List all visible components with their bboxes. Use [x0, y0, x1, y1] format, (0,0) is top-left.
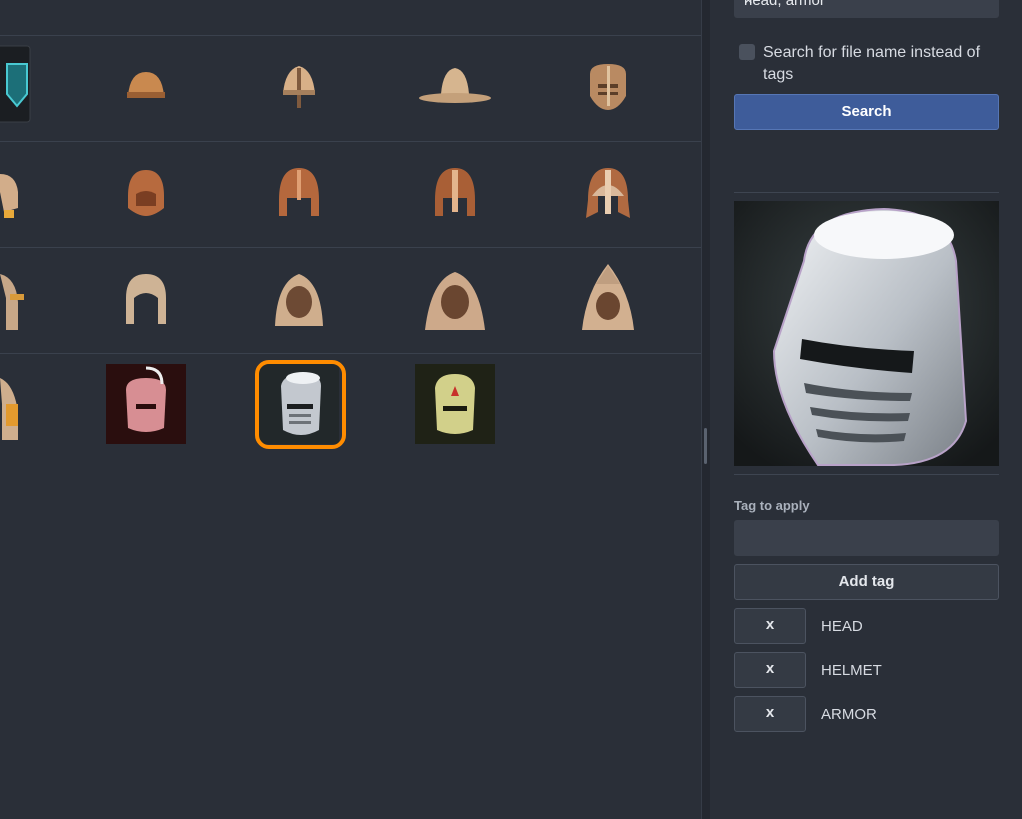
tag-input[interactable] — [734, 520, 999, 556]
chain-hood-icon[interactable] — [106, 258, 186, 338]
remove-tag-button[interactable]: x — [734, 696, 806, 732]
blue-shield-icon[interactable] — [0, 44, 32, 124]
leather-coif-icon[interactable] — [106, 152, 186, 232]
gold-great-helm-icon[interactable] — [415, 364, 495, 444]
wide-brim-hat-icon[interactable] — [415, 46, 495, 126]
row-divider — [0, 247, 701, 248]
image-preview — [734, 201, 999, 466]
selection-highlight — [255, 360, 346, 449]
divider — [734, 474, 999, 475]
tag-name: ARMOR — [821, 706, 877, 723]
leather-helm-partial-icon[interactable] — [0, 152, 32, 232]
search-button[interactable]: Search — [734, 94, 999, 130]
add-tag-button[interactable]: Add tag — [734, 564, 999, 600]
remove-tag-button[interactable]: x — [734, 608, 806, 644]
visored-helm-icon[interactable] — [568, 46, 648, 126]
pointed-chain-coif-icon[interactable] — [568, 258, 648, 338]
search-input[interactable]: head, armor × — [734, 0, 999, 18]
red-great-helm-icon[interactable] — [106, 364, 186, 444]
viking-helmet-icon[interactable] — [568, 152, 648, 232]
chain-hood-partial-icon[interactable] — [0, 364, 32, 444]
copper-helmet-icon[interactable] — [259, 152, 339, 232]
divider — [734, 192, 999, 193]
leather-cap-icon[interactable] — [106, 46, 186, 126]
icon-grid — [0, 0, 701, 819]
remove-tag-button[interactable]: x — [734, 652, 806, 688]
clear-search-icon[interactable]: × — [744, 0, 989, 9]
tag-name: HEAD — [821, 618, 863, 635]
copper-nasal-helmet-icon[interactable] — [415, 152, 495, 232]
nasal-helm-icon[interactable] — [259, 46, 339, 126]
resize-handle[interactable] — [704, 428, 707, 464]
row-divider — [0, 141, 701, 142]
row-divider — [0, 35, 701, 36]
tag-name: HELMET — [821, 662, 882, 679]
chain-hood-large-icon[interactable] — [415, 258, 495, 338]
tag-to-apply-label: Tag to apply — [734, 498, 810, 513]
filename-search-checkbox[interactable] — [739, 44, 755, 60]
pane-divider[interactable] — [701, 0, 710, 819]
row-divider — [0, 353, 701, 354]
chain-coif-partial-icon[interactable] — [0, 258, 32, 338]
side-panel: head, armor × Search for file name inste… — [710, 0, 1022, 819]
chain-coif-icon[interactable] — [259, 258, 339, 338]
filename-search-label[interactable]: Search for file name instead of tags — [763, 42, 1003, 86]
